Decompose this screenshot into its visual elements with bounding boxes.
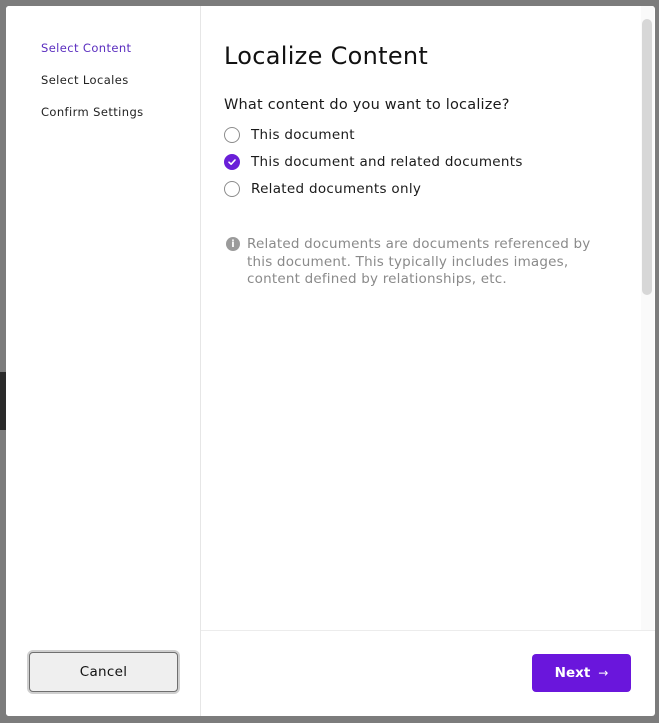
next-label: Next: [554, 665, 591, 681]
radio-this-document[interactable]: [224, 127, 240, 143]
radio-document-and-related[interactable]: [224, 154, 240, 170]
option-label: This document: [251, 127, 355, 143]
info-text: Related documents are documents referenc…: [247, 236, 591, 287]
next-button[interactable]: Next →: [532, 654, 631, 692]
radio-related-only[interactable]: [224, 181, 240, 197]
option-label: This document and related documents: [251, 154, 523, 170]
content-question: What content do you want to localize?: [224, 97, 510, 113]
cancel-button[interactable]: Cancel: [29, 652, 178, 692]
step-select-content[interactable]: Select Content: [41, 41, 131, 55]
localize-dialog: Select Content Select Locales Confirm Se…: [6, 6, 655, 716]
step-select-locales[interactable]: Select Locales: [41, 73, 129, 87]
arrow-right-icon: →: [598, 666, 609, 680]
info-note: i Related documents are documents refere…: [226, 236, 626, 289]
wizard-main: Localize Content What content do you wan…: [201, 6, 655, 716]
info-icon: i: [226, 237, 240, 251]
option-related-only[interactable]: Related documents only: [224, 181, 421, 197]
option-label: Related documents only: [251, 181, 422, 197]
step-confirm-settings[interactable]: Confirm Settings: [41, 105, 144, 119]
option-this-document[interactable]: This document: [224, 127, 355, 143]
page-title: Localize Content: [224, 42, 429, 70]
check-icon: [228, 159, 236, 165]
scrollbar-thumb[interactable]: [642, 19, 652, 295]
wizard-sidebar: Select Content Select Locales Confirm Se…: [6, 6, 201, 716]
option-document-and-related[interactable]: This document and related documents: [224, 154, 523, 170]
